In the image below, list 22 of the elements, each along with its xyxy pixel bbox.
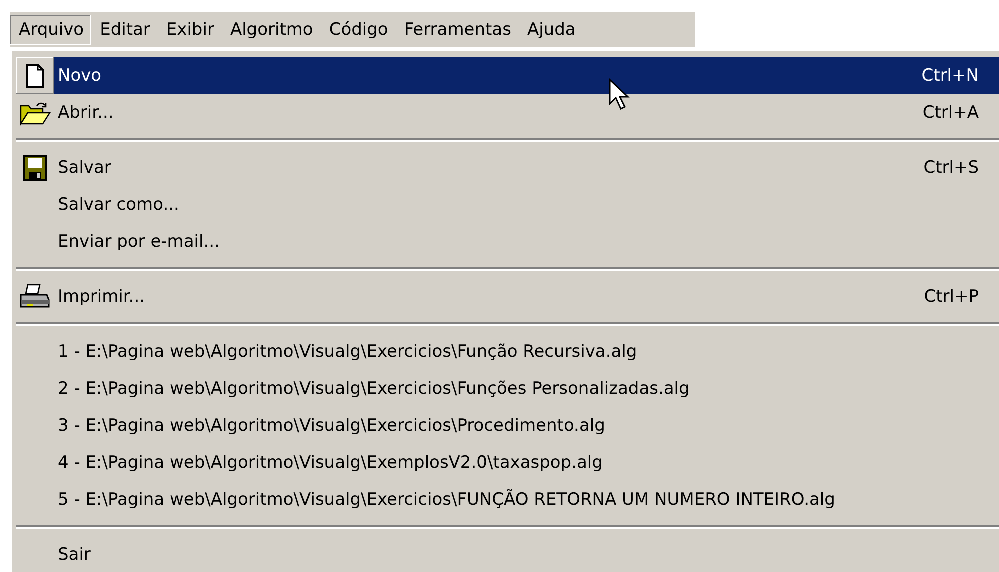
menu-item[interactable]: Sair — [54, 536, 999, 572]
printer-icon — [19, 282, 51, 310]
menu-item[interactable]: Enviar por e-mail... — [54, 223, 999, 260]
mouse-pointer-icon — [608, 78, 632, 112]
menu-item[interactable]: Novo Ctrl+N — [54, 57, 999, 94]
menu-item[interactable]: 1 - E:\Pagina web\Algoritmo\Visualg\Exercicios\Função Recursiva.alg — [54, 333, 999, 370]
menu-item[interactable]: Imprimir... Ctrl+P — [54, 278, 999, 315]
menu-item[interactable]: Salvar como... — [54, 186, 999, 223]
menu-bar-item[interactable]: Exibir — [157, 15, 222, 45]
menu-item[interactable]: 4 - E:\Pagina web\Algoritmo\Visualg\ExemplosV2.0\taxaspop.alg — [54, 444, 999, 481]
menu-bar-item[interactable]: Ajuda — [518, 15, 583, 45]
page-icon — [23, 62, 47, 88]
menu-item[interactable]: 5 - E:\Pagina web\Algoritmo\Visualg\Exercicios\FUNÇÃO RETORNA UM NUMERO INTEIRO.alg — [54, 481, 999, 518]
menu-bar-item[interactable]: Arquivo — [10, 15, 92, 45]
menu-item[interactable]: 3 - E:\Pagina web\Algoritmo\Visualg\Exercicios\Procedimento.alg — [54, 407, 999, 444]
menu-bar-item[interactable]: Ferramentas — [395, 15, 518, 45]
menu-bar-item[interactable]: Algoritmo — [221, 15, 320, 45]
menu-item[interactable]: Salvar Ctrl+S — [54, 149, 999, 186]
menu-item[interactable]: 2 - E:\Pagina web\Algoritmo\Visualg\Exercicios\Funções Personalizadas.alg — [54, 370, 999, 407]
menu-bar-item[interactable]: Código — [320, 15, 396, 45]
menu-bar-item[interactable]: Editar — [91, 15, 158, 45]
menu-item[interactable]: Abrir... Ctrl+A — [54, 94, 999, 131]
